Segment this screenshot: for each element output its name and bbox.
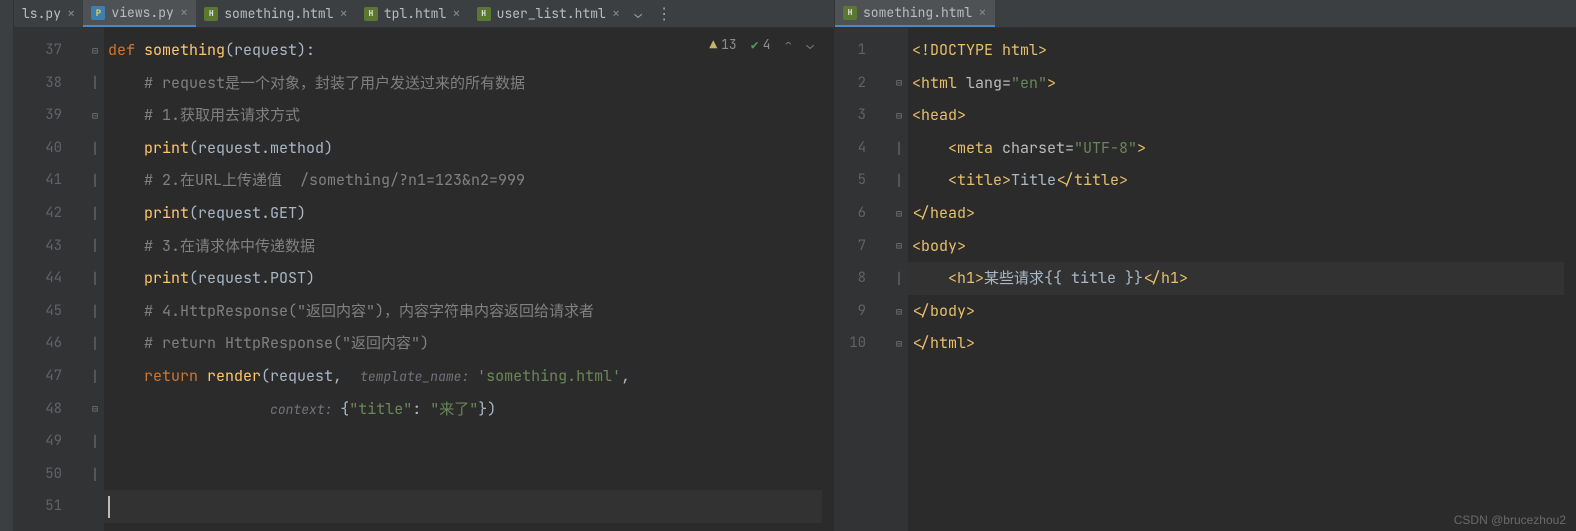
tab-label: views.py bbox=[111, 4, 173, 21]
tab-something-html[interactable]: H something.html × bbox=[835, 0, 995, 27]
inspection-status: ▲13 ✔4 ⌃ ⌄ bbox=[709, 36, 814, 53]
code-area[interactable]: <!DOCTYPE html> <html lang="en"> <head> … bbox=[908, 28, 1564, 531]
close-icon[interactable]: × bbox=[67, 5, 75, 23]
html-icon: H bbox=[204, 7, 218, 21]
tab-ls-py[interactable]: ls.py × bbox=[14, 0, 83, 27]
chevron-down-icon[interactable]: ⌄ bbox=[628, 5, 648, 22]
close-icon[interactable]: × bbox=[978, 4, 986, 22]
tab-views-py[interactable]: P views.py × bbox=[83, 0, 196, 27]
editor-pane-left: ls.py × P views.py × H something.html × … bbox=[14, 0, 834, 531]
line-gutter[interactable]: 1 2 3 4 5 6 7 8 9 10 bbox=[835, 28, 890, 531]
marker-strip[interactable] bbox=[822, 28, 834, 531]
left-tool-strip[interactable] bbox=[0, 0, 14, 531]
more-icon[interactable]: ⋮ bbox=[648, 3, 680, 24]
tab-bar-right: H something.html × bbox=[835, 0, 1576, 28]
editor-left[interactable]: ▲13 ✔4 ⌃ ⌄ 37 38 39 40 41 42 43 44 45 46… bbox=[14, 28, 834, 531]
tab-label: tpl.html bbox=[384, 5, 446, 22]
close-icon[interactable]: × bbox=[339, 5, 347, 23]
tab-label: user_list.html bbox=[497, 5, 606, 22]
code-area[interactable]: def something(request): # request是一个对象，封… bbox=[104, 28, 822, 531]
marker-strip[interactable] bbox=[1564, 28, 1576, 531]
fold-strip[interactable]: ⊟ │⊟│ │││ │││ │⊟│ │ bbox=[86, 28, 104, 531]
chevron-up-icon[interactable]: ⌃ bbox=[784, 36, 792, 53]
check-icon: ✔ bbox=[751, 36, 759, 53]
html-icon: H bbox=[364, 7, 378, 21]
line-gutter[interactable]: 37 38 39 40 41 42 43 44 45 46 47 48 49 5… bbox=[14, 28, 86, 531]
tab-something-html[interactable]: H something.html × bbox=[196, 0, 356, 27]
close-icon[interactable]: × bbox=[180, 4, 188, 22]
close-icon[interactable]: × bbox=[612, 5, 620, 23]
checks-indicator[interactable]: ✔4 bbox=[751, 36, 771, 53]
html-icon: H bbox=[477, 7, 491, 21]
chevron-down-icon[interactable]: ⌄ bbox=[806, 36, 814, 53]
warnings-indicator[interactable]: ▲13 bbox=[709, 36, 736, 53]
warning-icon: ▲ bbox=[709, 36, 717, 53]
tab-bar-left: ls.py × P views.py × H something.html × … bbox=[14, 0, 834, 28]
tab-label: something.html bbox=[863, 4, 972, 21]
fold-strip[interactable]: ⊟⊟ ││⊟ ⊟│⊟ ⊟ bbox=[890, 28, 908, 531]
fold-icon[interactable]: ⊟ bbox=[86, 34, 104, 67]
tab-user-list-html[interactable]: H user_list.html × bbox=[469, 0, 629, 27]
html-icon: H bbox=[843, 6, 857, 20]
tab-label: ls.py bbox=[22, 5, 61, 22]
caret-line bbox=[104, 490, 822, 523]
watermark: CSDN @brucezhou2 bbox=[1454, 513, 1566, 527]
editor-pane-right: H something.html × 1 2 3 4 5 6 7 8 9 10 … bbox=[834, 0, 1576, 531]
close-icon[interactable]: × bbox=[452, 5, 460, 23]
python-icon: P bbox=[91, 6, 105, 20]
tab-label: something.html bbox=[224, 5, 333, 22]
editor-right[interactable]: 1 2 3 4 5 6 7 8 9 10 ⊟⊟ ││⊟ ⊟│⊟ ⊟ <!DOCT… bbox=[835, 28, 1576, 531]
tab-tpl-html[interactable]: H tpl.html × bbox=[356, 0, 469, 27]
